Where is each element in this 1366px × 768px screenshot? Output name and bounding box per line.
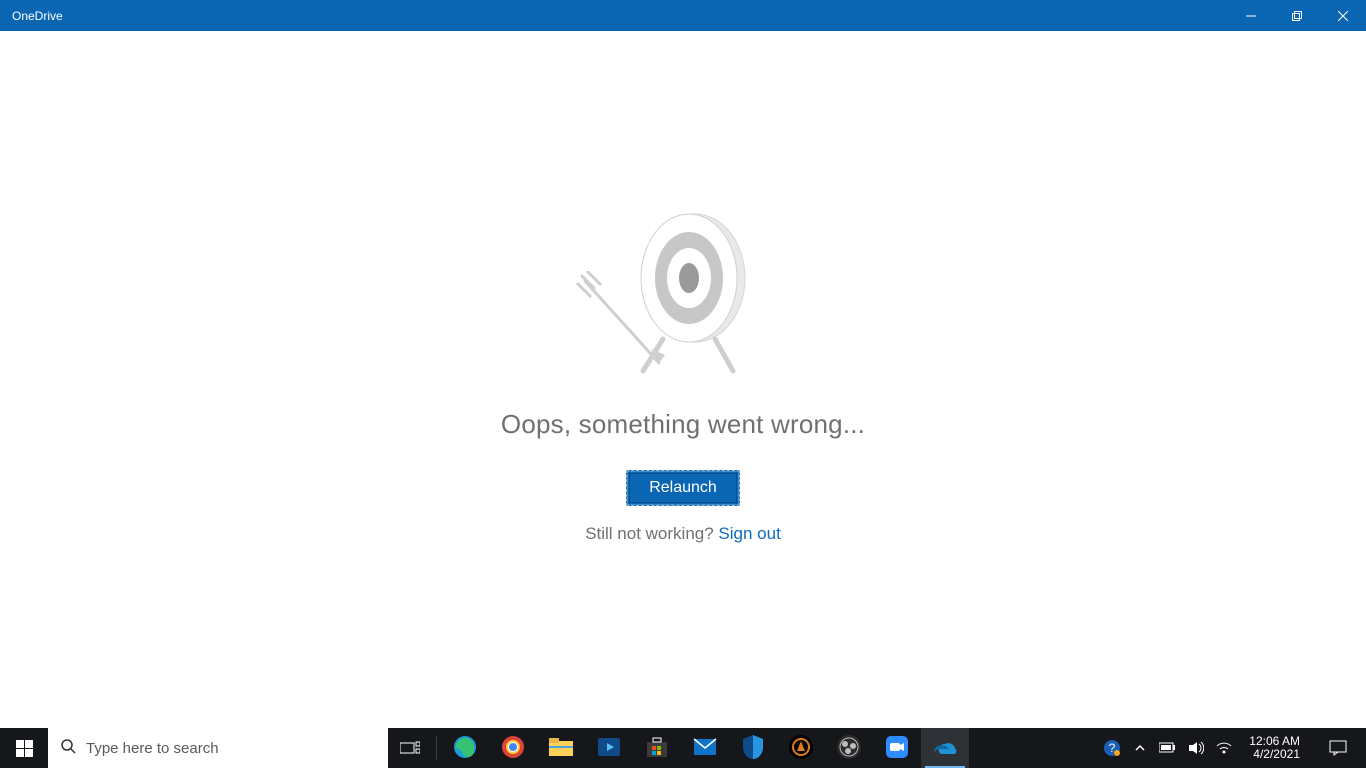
taskbar-app-edge[interactable] bbox=[441, 728, 489, 768]
task-view-button[interactable] bbox=[388, 728, 432, 768]
taskbar-app-obs[interactable] bbox=[825, 728, 873, 768]
taskbar-app-zoom[interactable] bbox=[873, 728, 921, 768]
taskbar: Type here to search ? 12:06 AM 4/2/2021 bbox=[0, 728, 1366, 768]
taskbar-app-file-explorer[interactable] bbox=[537, 728, 585, 768]
search-icon bbox=[60, 738, 76, 758]
speaker-icon bbox=[1188, 741, 1204, 755]
minimize-button[interactable] bbox=[1228, 0, 1274, 31]
taskbar-app-chrome[interactable] bbox=[489, 728, 537, 768]
volume-tray-icon[interactable] bbox=[1187, 741, 1205, 755]
notification-icon bbox=[1329, 740, 1347, 756]
taskbar-app-movies-tv[interactable] bbox=[585, 728, 633, 768]
battery-tray-icon[interactable] bbox=[1159, 742, 1177, 754]
movies-tv-icon bbox=[596, 736, 622, 761]
zoom-icon bbox=[884, 734, 910, 763]
wifi-tray-icon[interactable] bbox=[1215, 741, 1233, 755]
window-title: OneDrive bbox=[12, 9, 63, 23]
microsoft-store-icon bbox=[644, 735, 670, 762]
taskbar-app-onedrive[interactable] bbox=[921, 728, 969, 768]
windows-icon bbox=[16, 740, 33, 757]
minimize-icon bbox=[1246, 11, 1256, 21]
relaunch-button[interactable]: Relaunch bbox=[626, 470, 740, 506]
task-view-icon bbox=[400, 740, 420, 756]
taskbar-app-microsoft-store[interactable] bbox=[633, 728, 681, 768]
taskbar-clock[interactable]: 12:06 AM 4/2/2021 bbox=[1243, 731, 1306, 765]
error-illustration bbox=[533, 211, 833, 391]
wifi-icon bbox=[1216, 741, 1232, 755]
error-message: Oops, something went wrong... bbox=[501, 409, 865, 440]
still-not-working-line: Still not working? Sign out bbox=[585, 524, 781, 544]
taskbar-search[interactable]: Type here to search bbox=[48, 728, 388, 768]
system-tray: ? 12:06 AM 4/2/2021 bbox=[1097, 728, 1366, 768]
onedrive-icon bbox=[931, 738, 959, 759]
help-tray-icon[interactable]: ? bbox=[1103, 739, 1121, 757]
security-icon bbox=[742, 734, 764, 763]
taskbar-divider bbox=[436, 736, 437, 760]
taskbar-app-security[interactable] bbox=[729, 728, 777, 768]
chrome-icon bbox=[500, 734, 526, 763]
still-not-working-text: Still not working? bbox=[585, 524, 718, 543]
edge-icon bbox=[452, 734, 478, 763]
maximize-button[interactable] bbox=[1274, 0, 1320, 31]
search-placeholder: Type here to search bbox=[86, 740, 219, 757]
sign-out-link[interactable]: Sign out bbox=[718, 524, 780, 543]
mail-icon bbox=[692, 737, 718, 760]
start-button[interactable] bbox=[0, 728, 48, 768]
action-center-button[interactable] bbox=[1316, 740, 1360, 756]
maximize-icon bbox=[1292, 11, 1302, 21]
window-controls bbox=[1228, 0, 1366, 31]
taskbar-app-hunger-games[interactable] bbox=[777, 728, 825, 768]
obs-icon bbox=[836, 734, 862, 763]
close-icon bbox=[1338, 11, 1348, 21]
title-bar: OneDrive bbox=[0, 0, 1366, 31]
taskbar-app-mail[interactable] bbox=[681, 728, 729, 768]
battery-icon bbox=[1159, 742, 1177, 754]
clock-date: 4/2/2021 bbox=[1249, 748, 1300, 761]
close-button[interactable] bbox=[1320, 0, 1366, 31]
file-explorer-icon bbox=[548, 736, 574, 761]
tray-overflow-button[interactable] bbox=[1131, 743, 1149, 753]
content-area: Oops, something went wrong... Relaunch S… bbox=[0, 31, 1366, 728]
arrow-icon bbox=[573, 271, 683, 381]
pinned-apps bbox=[441, 728, 969, 768]
hunger-games-icon bbox=[788, 734, 814, 763]
chevron-up-icon bbox=[1135, 743, 1145, 753]
